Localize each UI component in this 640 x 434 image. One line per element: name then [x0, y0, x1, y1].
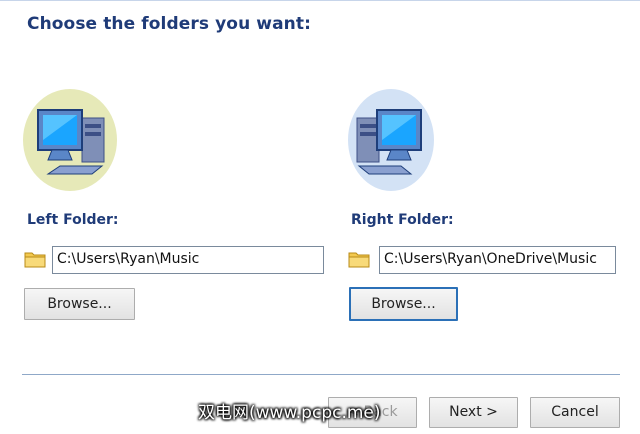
next-button[interactable]: Next >	[429, 397, 518, 428]
right-browse-button[interactable]: Browse...	[349, 287, 458, 321]
cancel-button[interactable]: Cancel	[530, 397, 620, 428]
right-computer-icon	[347, 88, 443, 192]
folder-icon	[24, 250, 46, 268]
wizard-header: Choose the folders you want:	[0, 0, 640, 37]
right-folder-path-input[interactable]: C:\Users\Ryan\OneDrive\Music	[379, 246, 616, 274]
left-folder-label: Left Folder:	[27, 212, 119, 228]
left-browse-button[interactable]: Browse...	[24, 288, 135, 320]
right-folder-label: Right Folder:	[351, 212, 454, 228]
footer-divider	[22, 374, 620, 375]
page-title: Choose the folders you want:	[27, 14, 311, 34]
left-computer-icon	[22, 88, 118, 192]
back-button[interactable]: < Back	[328, 397, 417, 428]
folder-icon	[348, 250, 370, 268]
left-folder-path-input[interactable]: C:\Users\Ryan\Music	[52, 246, 324, 274]
